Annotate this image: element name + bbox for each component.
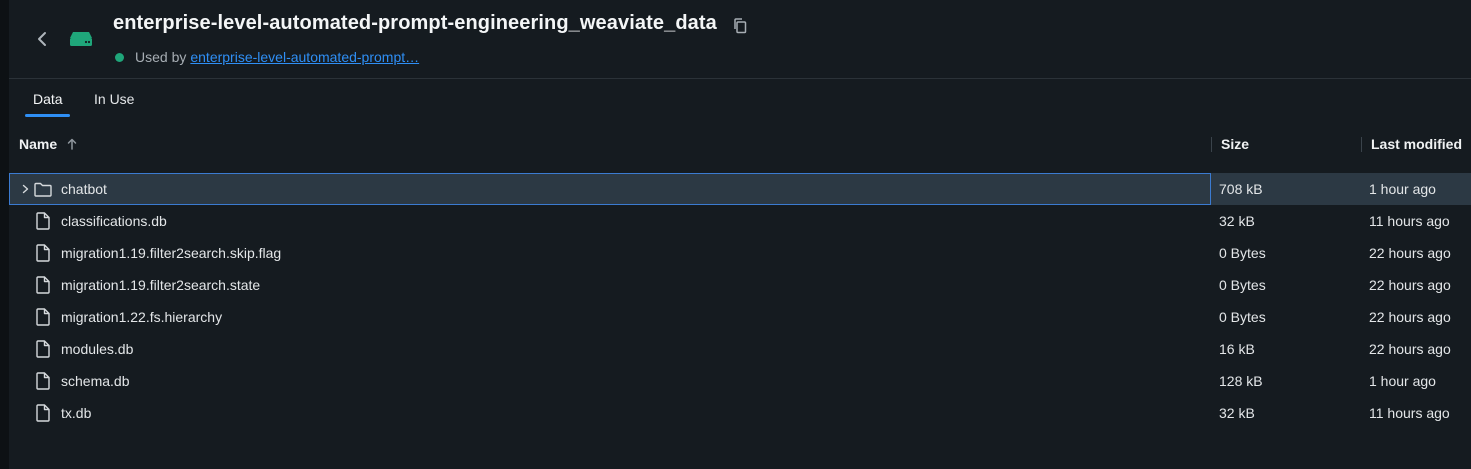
file-icon — [34, 244, 52, 262]
file-modified: 22 hours ago — [1369, 277, 1451, 293]
back-button[interactable] — [31, 28, 53, 50]
storage-volume-icon — [70, 32, 92, 46]
column-divider[interactable] — [1361, 137, 1362, 152]
column-modified-label: Last modified — [1371, 136, 1463, 152]
table-row[interactable]: migration1.22.fs.hierarchy 0 Bytes 22 ho… — [9, 301, 1471, 333]
used-by-link[interactable]: enterprise-level-automated-prompt… — [190, 49, 419, 65]
column-name-label: Name — [19, 136, 58, 152]
file-icon — [34, 340, 52, 358]
page-header: enterprise-level-automated-prompt-engine… — [9, 0, 1471, 79]
table-row[interactable]: classifications.db 32 kB 11 hours ago — [9, 205, 1471, 237]
folder-icon — [34, 180, 52, 198]
column-header-size[interactable]: Size — [1221, 136, 1249, 152]
column-size-label: Size — [1221, 136, 1250, 152]
table-row[interactable]: modules.db 16 kB 22 hours ago — [9, 333, 1471, 365]
file-modified: 11 hours ago — [1369, 213, 1450, 229]
file-size: 16 kB — [1219, 341, 1255, 357]
file-size: 128 kB — [1219, 373, 1263, 389]
file-size: 0 Bytes — [1219, 309, 1266, 325]
file-size: 0 Bytes — [1219, 245, 1266, 261]
file-icon — [34, 404, 52, 422]
table-row[interactable]: schema.db 128 kB 1 hour ago — [9, 365, 1471, 397]
copy-button[interactable] — [731, 17, 749, 35]
expand-chevron-icon[interactable] — [19, 182, 31, 196]
file-modified: 11 hours ago — [1369, 405, 1450, 421]
file-size: 32 kB — [1219, 213, 1255, 229]
file-name: tx.db — [61, 405, 92, 421]
tab-in-use[interactable]: In Use — [94, 91, 134, 107]
file-modified: 22 hours ago — [1369, 245, 1451, 261]
file-size: 32 kB — [1219, 405, 1255, 421]
table-row[interactable]: migration1.19.filter2search.state 0 Byte… — [9, 269, 1471, 301]
status-indicator — [115, 52, 124, 62]
file-modified: 1 hour ago — [1369, 181, 1436, 197]
left-edge-strip — [0, 0, 9, 469]
file-list: chatbot 708 kB 1 hour ago classification… — [9, 173, 1471, 429]
file-icon — [34, 212, 52, 230]
column-divider[interactable] — [1211, 137, 1212, 152]
sort-ascending-icon — [67, 138, 77, 150]
file-size: 0 Bytes — [1219, 277, 1266, 293]
file-icon — [34, 372, 52, 390]
file-size: 708 kB — [1219, 181, 1263, 197]
active-tab-indicator — [25, 114, 70, 117]
file-icon — [34, 276, 52, 294]
copy-icon — [734, 17, 747, 33]
file-name: modules.db — [61, 341, 134, 357]
table-row[interactable]: migration1.19.filter2search.skip.flag 0 … — [9, 237, 1471, 269]
table-row[interactable]: tx.db 32 kB 11 hours ago — [9, 397, 1471, 429]
tab-bar: Data In Use — [9, 79, 1471, 119]
file-name: migration1.22.fs.hierarchy — [61, 309, 223, 325]
file-icon — [34, 308, 52, 326]
tab-data[interactable]: Data — [33, 91, 63, 107]
page-title: enterprise-level-automated-prompt-engine… — [113, 12, 717, 34]
column-header-name[interactable]: Name — [19, 136, 77, 152]
column-header-last-modified[interactable]: Last modified — [1371, 136, 1462, 152]
file-name: migration1.19.filter2search.skip.flag — [61, 245, 282, 261]
table-row-folder[interactable]: chatbot 708 kB 1 hour ago — [9, 173, 1471, 205]
selection-outline — [9, 173, 1211, 205]
file-modified: 22 hours ago — [1369, 341, 1451, 357]
file-name: chatbot — [61, 181, 107, 197]
file-name: classifications.db — [61, 213, 167, 229]
file-modified: 22 hours ago — [1369, 309, 1451, 325]
chevron-left-icon — [38, 32, 46, 46]
file-name: migration1.19.filter2search.state — [61, 277, 261, 293]
file-name: schema.db — [61, 373, 130, 389]
file-modified: 1 hour ago — [1369, 373, 1436, 389]
used-by-label: Used by — [135, 49, 187, 65]
table-header: Name Size Last modified — [9, 125, 1471, 161]
